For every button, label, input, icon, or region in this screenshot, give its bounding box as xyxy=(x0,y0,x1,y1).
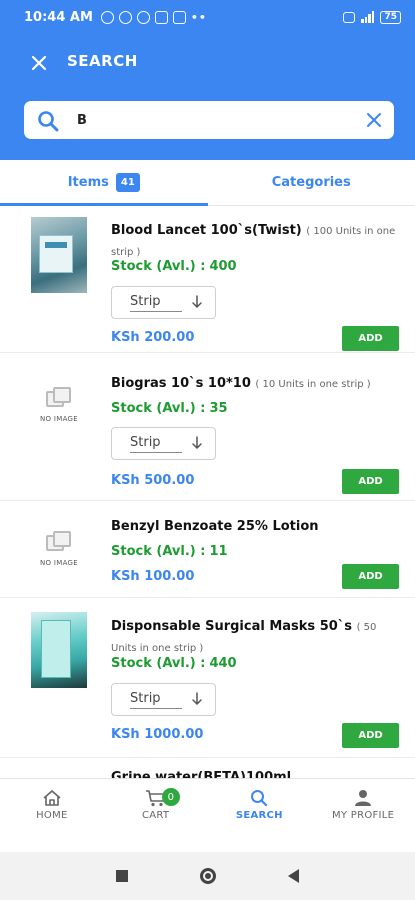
product-image-placeholder: NO IMAGE xyxy=(31,367,87,443)
product-name: Biogras 10`s 10*10 ( 10 Units in one str… xyxy=(111,376,371,391)
product-name-partial[interactable]: Gripe water(BETA)100ml xyxy=(111,770,291,778)
stock-label: Stock (Avl.) :11 xyxy=(111,544,228,559)
add-to-cart-button[interactable]: ADD xyxy=(342,564,399,589)
product-name: Benzyl Benzoate 25% Lotion xyxy=(111,519,319,534)
close-icon xyxy=(31,55,47,71)
search-icon xyxy=(251,789,268,806)
nav-my-profile[interactable]: MY PROFILE xyxy=(311,779,415,830)
product-image xyxy=(31,217,87,293)
home-system-button[interactable] xyxy=(200,868,216,884)
home-icon xyxy=(43,789,61,806)
tab-bar: Items 41 Categories xyxy=(0,160,415,206)
alarm-icon xyxy=(100,10,114,24)
product-price: KSh 500.00 xyxy=(111,473,195,488)
product-image-placeholder: NO IMAGE xyxy=(31,511,87,587)
search-box[interactable] xyxy=(24,101,394,139)
tab-items[interactable]: Items 41 xyxy=(0,160,208,206)
stock-label: Stock (Avl.) :400 xyxy=(111,259,237,274)
message-icon xyxy=(172,10,186,24)
add-to-cart-button[interactable]: ADD xyxy=(342,723,399,748)
product-list[interactable]: Blood Lancet 100`s(Twist) ( 100 Units in… xyxy=(0,206,415,778)
tab-categories-label: Categories xyxy=(271,175,351,190)
stock-label: Stock (Avl.) :35 xyxy=(111,401,228,416)
add-to-cart-button[interactable]: ADD xyxy=(342,326,399,351)
status-bar: 10:44 AM •• 75 xyxy=(0,0,415,34)
list-item[interactable]: NO IMAGE Benzyl Benzoate 25% Lotion Stoc… xyxy=(0,501,415,598)
recent-apps-button[interactable] xyxy=(116,870,128,882)
close-button[interactable] xyxy=(26,50,52,76)
sim-icon xyxy=(343,11,356,23)
image-placeholder-icon xyxy=(46,531,72,553)
app-bar: SEARCH xyxy=(0,34,415,160)
whatsapp-icon-2 xyxy=(136,10,150,24)
page-title: SEARCH xyxy=(67,52,138,70)
whatsapp-icon xyxy=(118,10,132,24)
bag-icon xyxy=(154,10,168,24)
product-price: KSh 200.00 xyxy=(111,330,195,345)
add-to-cart-button[interactable]: ADD xyxy=(342,469,399,494)
unit-select[interactable]: Strip xyxy=(111,286,216,319)
product-price: KSh 1000.00 xyxy=(111,727,204,742)
status-time: 10:44 AM xyxy=(24,9,93,25)
signal-icon xyxy=(361,11,375,23)
nav-cart[interactable]: 0 CART xyxy=(104,779,208,830)
cart-count-badge: 0 xyxy=(161,788,180,806)
nav-search[interactable]: SEARCH xyxy=(208,779,312,830)
list-item[interactable]: Disponsable Surgical Masks 50`s ( 50 Uni… xyxy=(0,598,415,758)
product-name: Disponsable Surgical Masks 50`s ( 50 Uni… xyxy=(111,619,377,654)
unit-select[interactable]: Strip xyxy=(111,427,216,460)
arrow-down-icon xyxy=(192,436,202,450)
product-image xyxy=(31,612,87,688)
back-button[interactable] xyxy=(288,869,299,883)
arrow-down-icon xyxy=(192,295,202,309)
items-count-badge: 41 xyxy=(115,173,140,192)
list-item[interactable]: Blood Lancet 100`s(Twist) ( 100 Units in… xyxy=(0,206,415,353)
image-placeholder-icon xyxy=(46,387,72,409)
nav-home[interactable]: HOME xyxy=(0,779,104,830)
battery-icon: 75 xyxy=(380,10,401,24)
stock-label: Stock (Avl.) :440 xyxy=(111,656,237,671)
person-icon xyxy=(355,789,372,806)
tab-items-label: Items xyxy=(67,175,109,190)
clear-search-icon[interactable] xyxy=(365,111,383,129)
more-notifications-icon: •• xyxy=(190,10,207,24)
search-icon xyxy=(38,111,59,132)
list-item[interactable]: NO IMAGE Biogras 10`s 10*10 ( 10 Units i… xyxy=(0,353,415,501)
product-name: Blood Lancet 100`s(Twist) ( 100 Units in… xyxy=(111,223,396,258)
unit-select[interactable]: Strip xyxy=(111,683,216,716)
product-price: KSh 100.00 xyxy=(111,569,195,584)
search-input[interactable] xyxy=(77,106,357,134)
arrow-down-icon xyxy=(192,692,202,706)
bottom-navigation: HOME 0 CART SEARCH MY PROFILE xyxy=(0,778,415,830)
system-navigation-bar xyxy=(0,852,415,900)
tab-categories[interactable]: Categories xyxy=(208,160,415,205)
